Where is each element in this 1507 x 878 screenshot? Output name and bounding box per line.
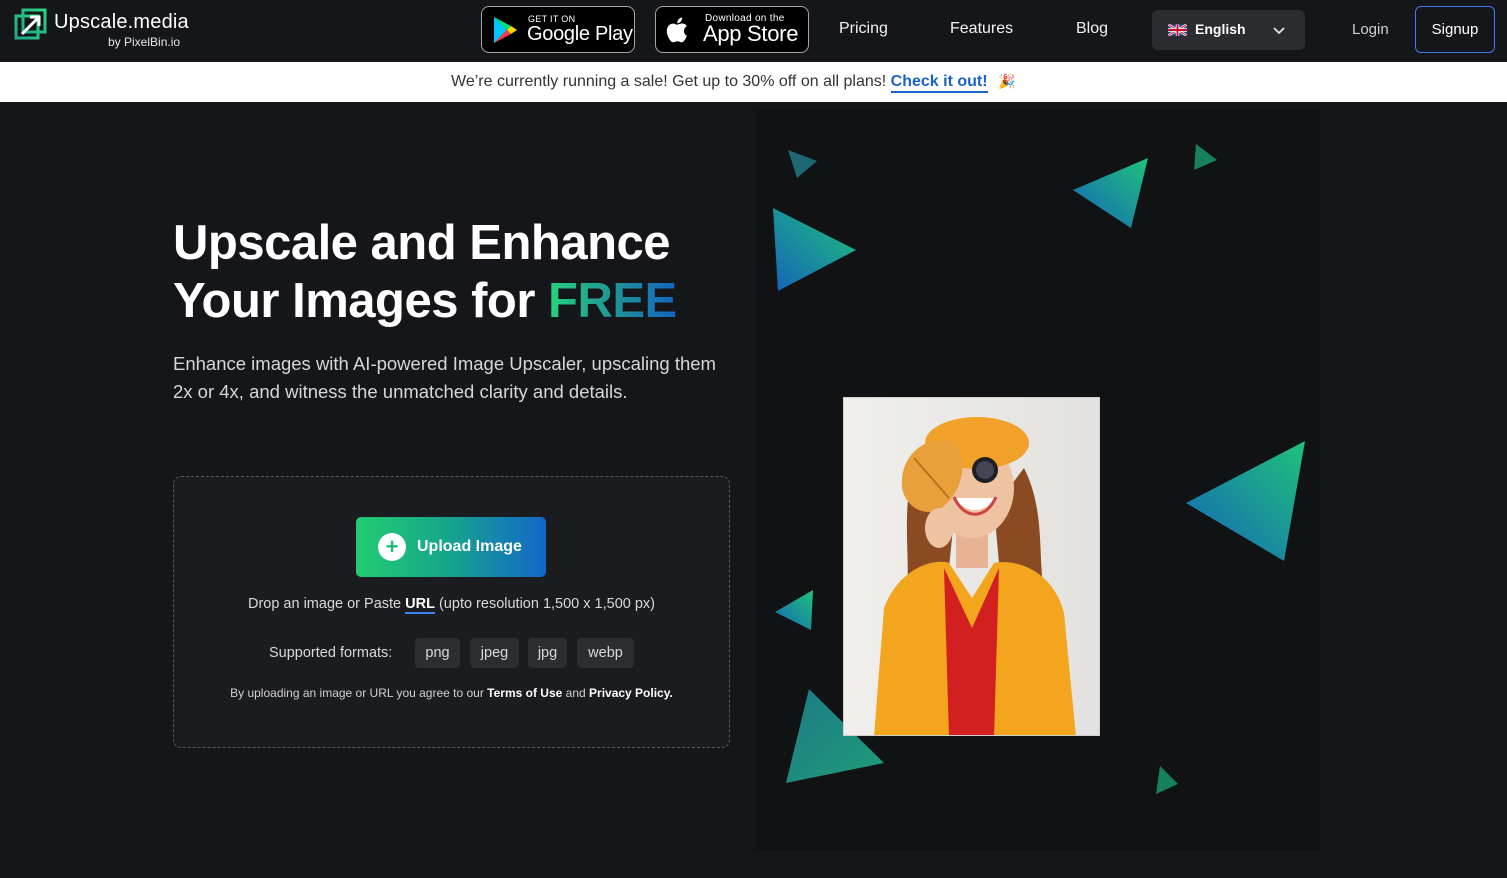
format-chip-jpeg: jpeg bbox=[470, 638, 519, 668]
woman-portrait-illustration bbox=[844, 398, 1099, 735]
upscale-logo-icon bbox=[14, 8, 47, 40]
upload-image-label: Upload Image bbox=[417, 538, 522, 555]
apple-icon bbox=[666, 17, 687, 43]
google-play-button[interactable]: GET IT ON Google Play bbox=[481, 6, 635, 53]
google-play-icon bbox=[494, 17, 517, 43]
hero-title-highlight: FREE bbox=[548, 274, 677, 328]
sale-banner-text: We’re currently running a sale! Get up t… bbox=[451, 73, 887, 90]
uk-flag-icon bbox=[1168, 24, 1187, 36]
drop-prefix: Drop an image or Paste bbox=[247, 596, 406, 612]
nav-link-features[interactable]: Features bbox=[950, 20, 1013, 38]
brand-subtitle: by PixelBin.io bbox=[108, 35, 181, 49]
brand-logo[interactable]: Upscale.media by PixelBin.io bbox=[14, 8, 204, 52]
hero-title: Upscale and Enhance Your Images for FREE bbox=[173, 214, 677, 330]
language-label: English bbox=[1195, 21, 1246, 37]
terms-prefix: By uploading an image or URL you agree t… bbox=[230, 686, 488, 700]
supported-formats-label: Supported formats: bbox=[269, 645, 393, 661]
nav-link-pricing[interactable]: Pricing bbox=[839, 20, 888, 38]
login-link[interactable]: Login bbox=[1352, 21, 1389, 38]
brand-title: Upscale.media bbox=[54, 11, 189, 33]
hero-subtitle: Enhance images with AI-powered Image Ups… bbox=[173, 353, 716, 402]
format-chip-webp: webp bbox=[577, 638, 634, 668]
chevron-down-icon bbox=[1273, 27, 1285, 35]
privacy-policy-link[interactable]: Privacy Policy. bbox=[589, 686, 673, 700]
format-chip-jpg: jpg bbox=[528, 638, 567, 668]
terms-notice: By uploading an image or URL you agree t… bbox=[174, 686, 729, 700]
sample-photo bbox=[843, 397, 1100, 736]
hero-title-line2: Your Images for bbox=[173, 274, 549, 328]
party-popper-icon: 🎉 bbox=[998, 73, 1016, 89]
app-store-big-text: App Store bbox=[703, 21, 799, 46]
google-play-big-text: Google Play bbox=[527, 23, 633, 45]
app-store-button[interactable]: Download on the App Store bbox=[655, 6, 809, 53]
language-selector[interactable]: English bbox=[1152, 10, 1305, 50]
plus-icon: + bbox=[378, 533, 406, 561]
top-navbar: Upscale.media by PixelBin.io GET IT ON G… bbox=[0, 0, 1507, 62]
sale-banner-link[interactable]: Check it out! bbox=[890, 73, 988, 93]
terms-mid: and bbox=[562, 686, 590, 700]
paste-url-link[interactable]: URL bbox=[405, 596, 435, 614]
drop-instructions: Drop an image or Paste URL (upto resolut… bbox=[174, 596, 729, 614]
upload-dropzone[interactable]: + Upload Image Drop an image or Paste UR… bbox=[173, 476, 730, 748]
hero-title-line1: Upscale and Enhance bbox=[173, 216, 671, 270]
upload-image-button[interactable]: + Upload Image bbox=[356, 517, 546, 577]
format-chip-png: png bbox=[415, 638, 460, 668]
sale-banner-content: We’re currently running a sale! Get up t… bbox=[451, 73, 1016, 93]
drop-suffix: (upto resolution 1,500 x 1,500 px) bbox=[434, 596, 656, 612]
signup-button[interactable]: Signup bbox=[1415, 6, 1495, 53]
sale-banner: We’re currently running a sale! Get up t… bbox=[0, 62, 1507, 102]
nav-link-blog[interactable]: Blog bbox=[1076, 20, 1108, 38]
terms-of-use-link[interactable]: Terms of Use bbox=[487, 686, 562, 700]
